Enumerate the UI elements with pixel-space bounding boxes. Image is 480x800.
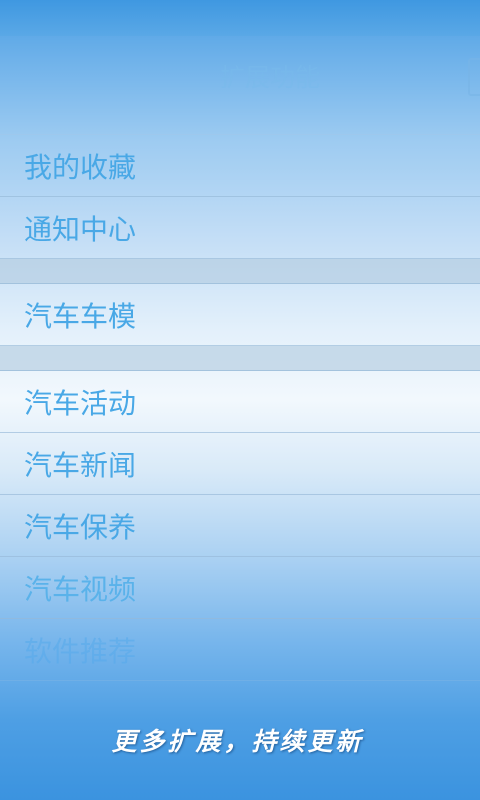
menu-item-car-videos[interactable]: 汽车视频 (0, 557, 480, 619)
menu-item-app-recommendations[interactable]: 软件推荐 (0, 619, 480, 681)
group-separator (0, 259, 480, 284)
menu-item-car-models[interactable]: 汽车车模 (0, 284, 480, 346)
status-bar (0, 0, 480, 36)
menu-item-notification-center[interactable]: 通知中心 (0, 197, 480, 259)
header-bar: 扩展功能 (0, 36, 480, 135)
page-title: 扩展功能 (219, 63, 320, 92)
menu-item-car-events[interactable]: 汽车活动 (0, 371, 480, 433)
header-action-button[interactable] (468, 58, 480, 96)
menu-item-car-news[interactable]: 汽车新闻 (0, 433, 480, 495)
menu-item-favorites[interactable]: 我的收藏 (0, 135, 480, 197)
footer-slogan: 更多扩展，持续更新 (111, 727, 364, 756)
menu-list: 我的收藏 通知中心 汽车车模 汽车活动 汽车新闻 汽车保养 汽车视频 软件推荐 (0, 135, 480, 681)
group-separator (0, 346, 480, 371)
menu-item-car-maintenance[interactable]: 汽车保养 (0, 495, 480, 557)
